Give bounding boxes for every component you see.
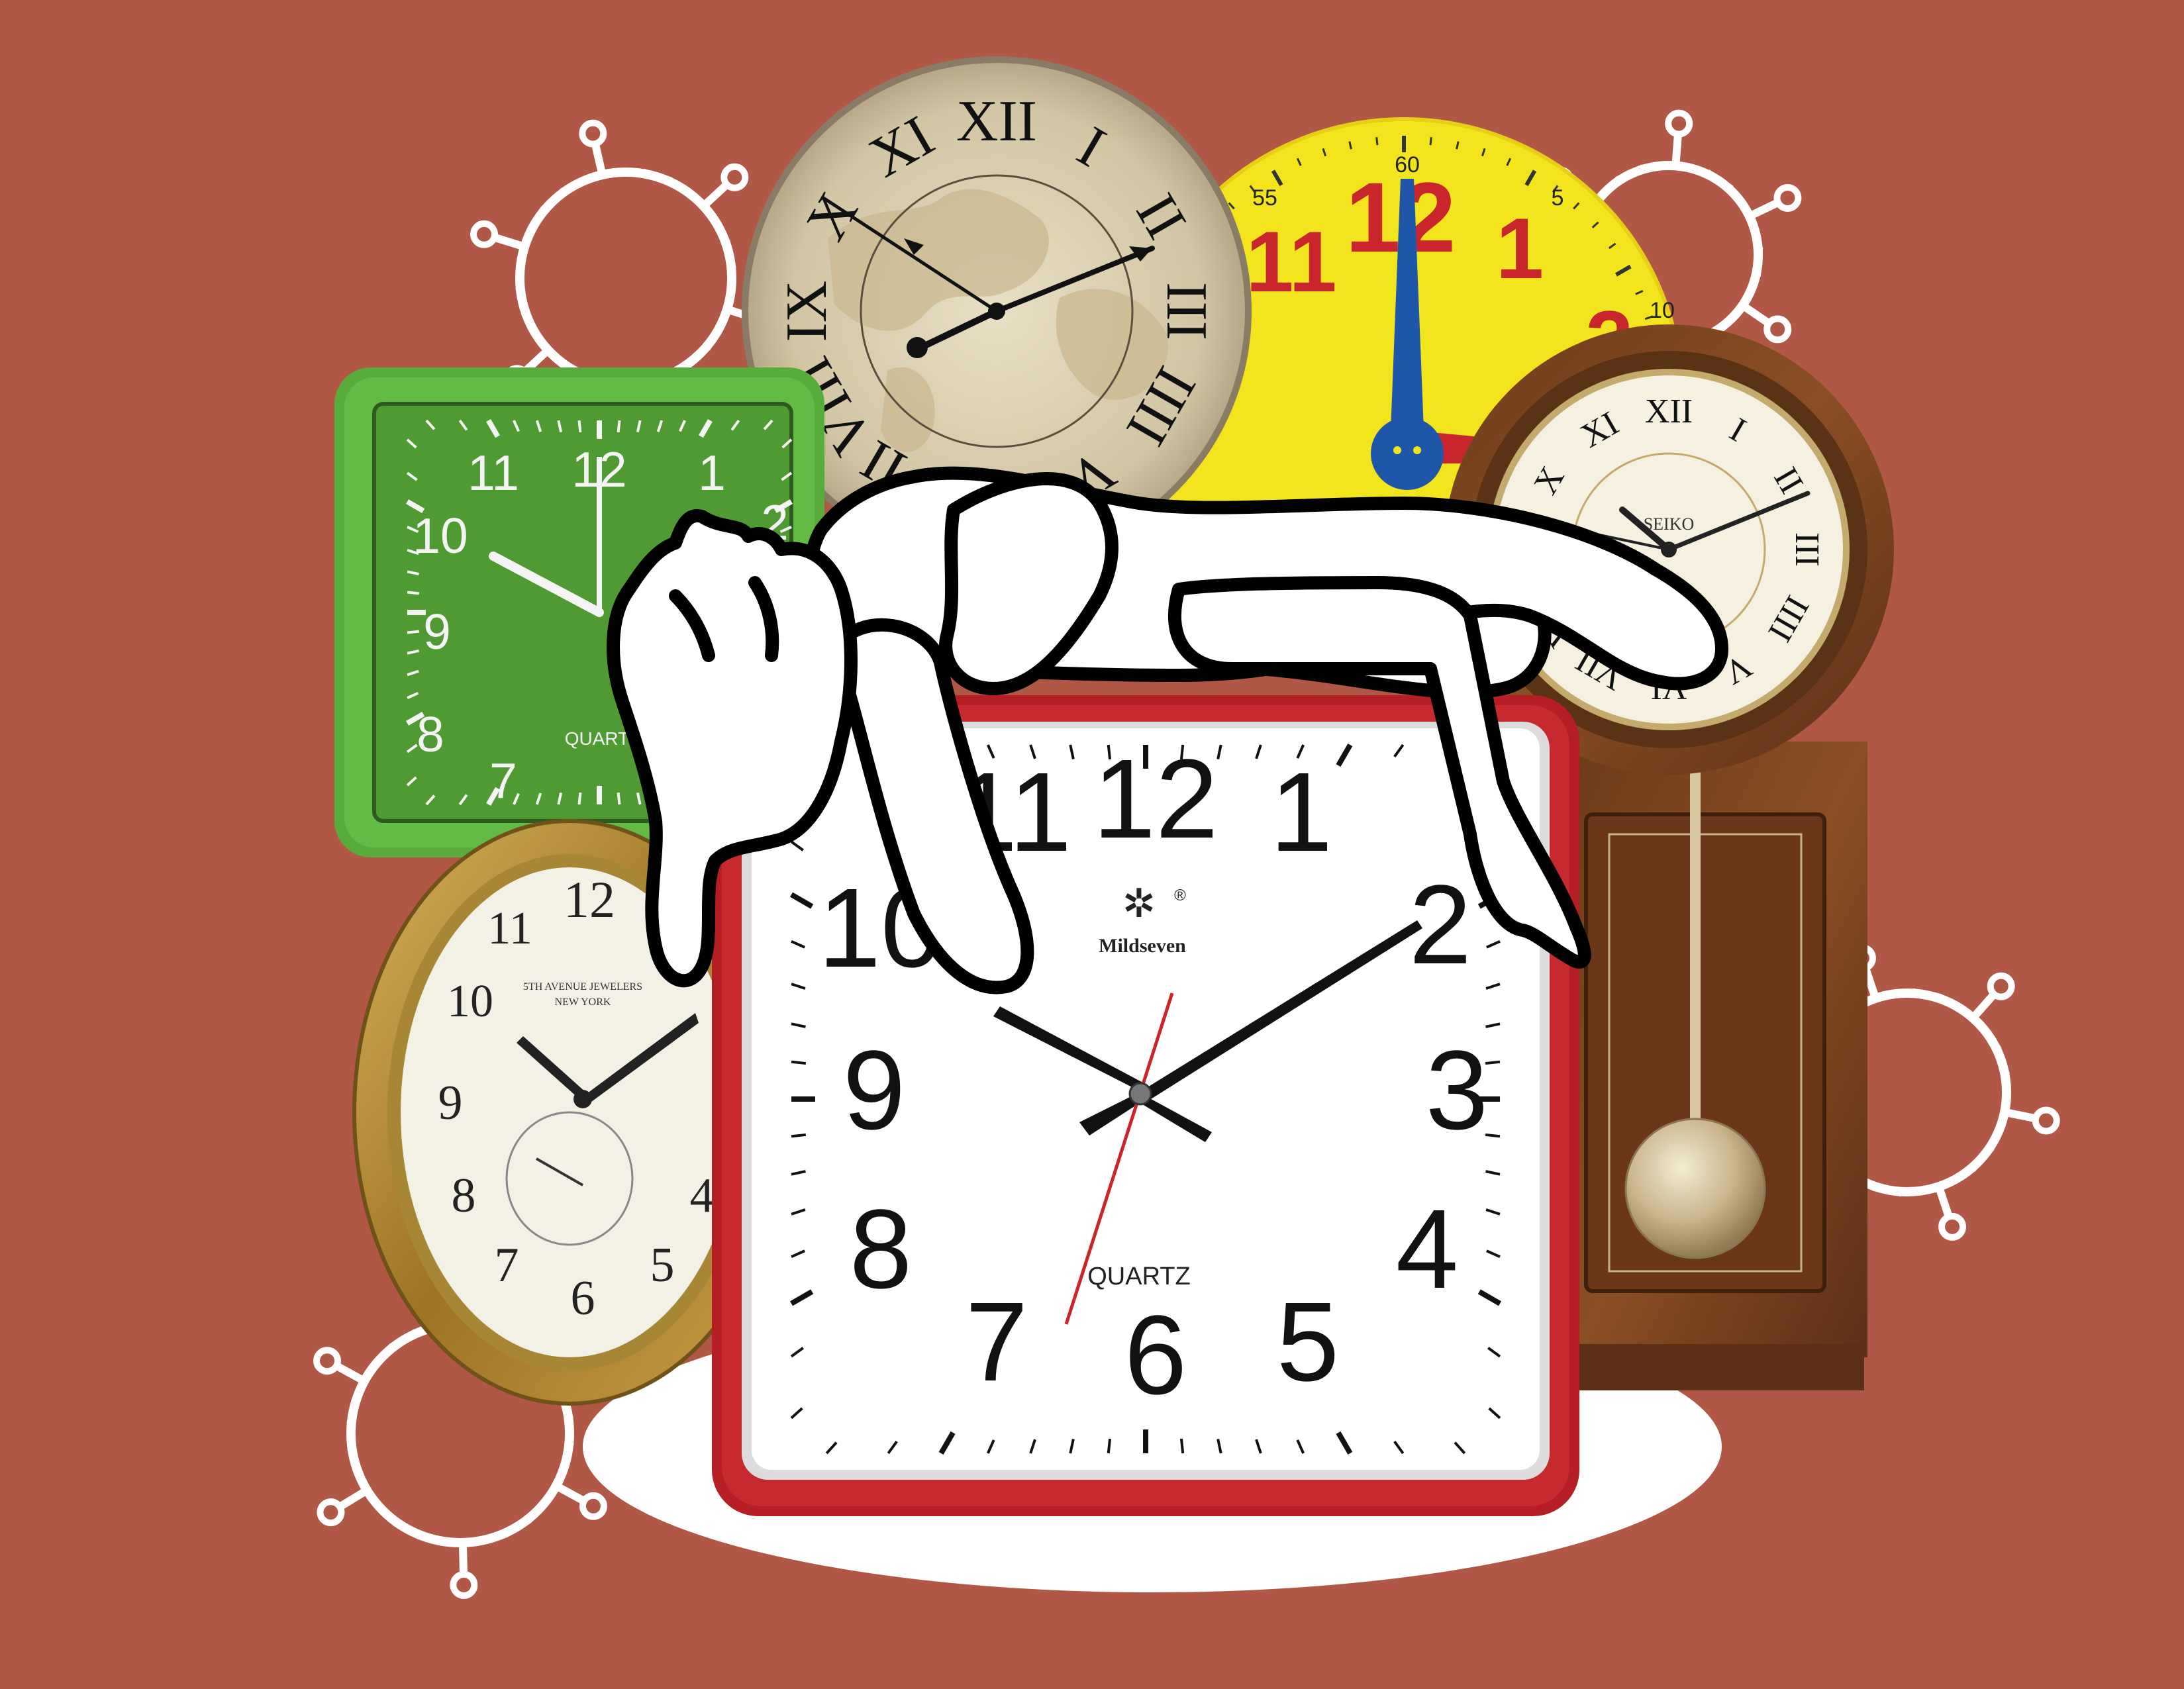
red-numeral: 5 [1277, 1279, 1340, 1405]
yellow-mark-5: 5 [1552, 185, 1564, 211]
yellow-hand-hub [1371, 417, 1444, 490]
gold-numeral-7: 7 [495, 1238, 519, 1292]
green-numeral-10: 10 [413, 508, 468, 563]
green-tick [407, 630, 420, 634]
red-tick [1179, 1438, 1185, 1454]
seiko-numeral: XII [1645, 393, 1693, 430]
green-numeral-9: 9 [423, 604, 451, 659]
yellow-numeral-1: 1 [1496, 200, 1544, 297]
green-tick [617, 792, 621, 805]
gold-numeral-8: 8 [452, 1169, 476, 1223]
gold-numeral-10: 10 [447, 976, 493, 1027]
green-tick [617, 420, 621, 433]
yellow-numeral-11: 11 [1246, 213, 1336, 310]
yellow-mark-55: 55 [1252, 185, 1277, 211]
map-numeral: III [1154, 282, 1218, 340]
map-numeral: IX [775, 281, 839, 342]
red-numeral: 6 [1124, 1292, 1187, 1418]
red-quartz-label: QUARTZ [1087, 1263, 1191, 1290]
map-numeral: XII [956, 89, 1037, 154]
red-tick [1107, 1438, 1112, 1454]
green-numeral-8: 8 [417, 706, 444, 762]
red-numeral: 3 [1426, 1028, 1489, 1153]
gold-brand-line2: NEW YORK [555, 996, 611, 1008]
red-brand-label: Mildseven [1099, 935, 1186, 957]
gold-numeral-4: 4 [690, 1169, 715, 1223]
yellow-mark-10: 10 [1650, 298, 1675, 323]
red-tick [791, 1133, 807, 1138]
green-tick [407, 591, 420, 595]
red-tick [791, 1060, 807, 1065]
seiko-numeral: III [1788, 532, 1826, 567]
red-registered-mark: ® [1174, 887, 1186, 904]
red-numeral: 9 [843, 1028, 906, 1153]
gold-numeral-6: 6 [571, 1271, 595, 1326]
yellow-mark-60: 60 [1395, 152, 1420, 177]
gold-numeral-5: 5 [650, 1238, 675, 1292]
gold-numeral-9: 9 [438, 1076, 463, 1130]
pendulum-icon [1624, 1118, 1766, 1259]
green-numeral-7: 7 [489, 753, 517, 808]
red-numeral: 7 [966, 1279, 1028, 1405]
green-tick [577, 792, 582, 805]
red-numeral: 1 [1270, 749, 1333, 875]
gold-numeral-11: 11 [487, 903, 532, 954]
green-numeral-1: 1 [698, 445, 726, 501]
clock-collage-illustration: 12 1 2 11 60 5 10 55 XIIIIIIIIIIIIVVIVII… [0, 0, 2184, 1689]
red-square-clock: 12 1234567891011 ✲ ® Mildseven QUARTZ [712, 695, 1579, 1516]
red-numeral: 8 [850, 1186, 913, 1312]
gold-brand-line1: 5TH AVENUE JEWELERS [523, 981, 642, 992]
snowflake-logo-icon: ✲ [1122, 881, 1156, 926]
yellow-tick [1429, 137, 1432, 146]
gold-numeral-12: 12 [564, 871, 615, 928]
green-numeral-11: 11 [468, 445, 519, 501]
green-tick [577, 420, 582, 433]
red-numeral: 4 [1396, 1186, 1459, 1312]
red-numeral: 12 [1093, 736, 1218, 862]
